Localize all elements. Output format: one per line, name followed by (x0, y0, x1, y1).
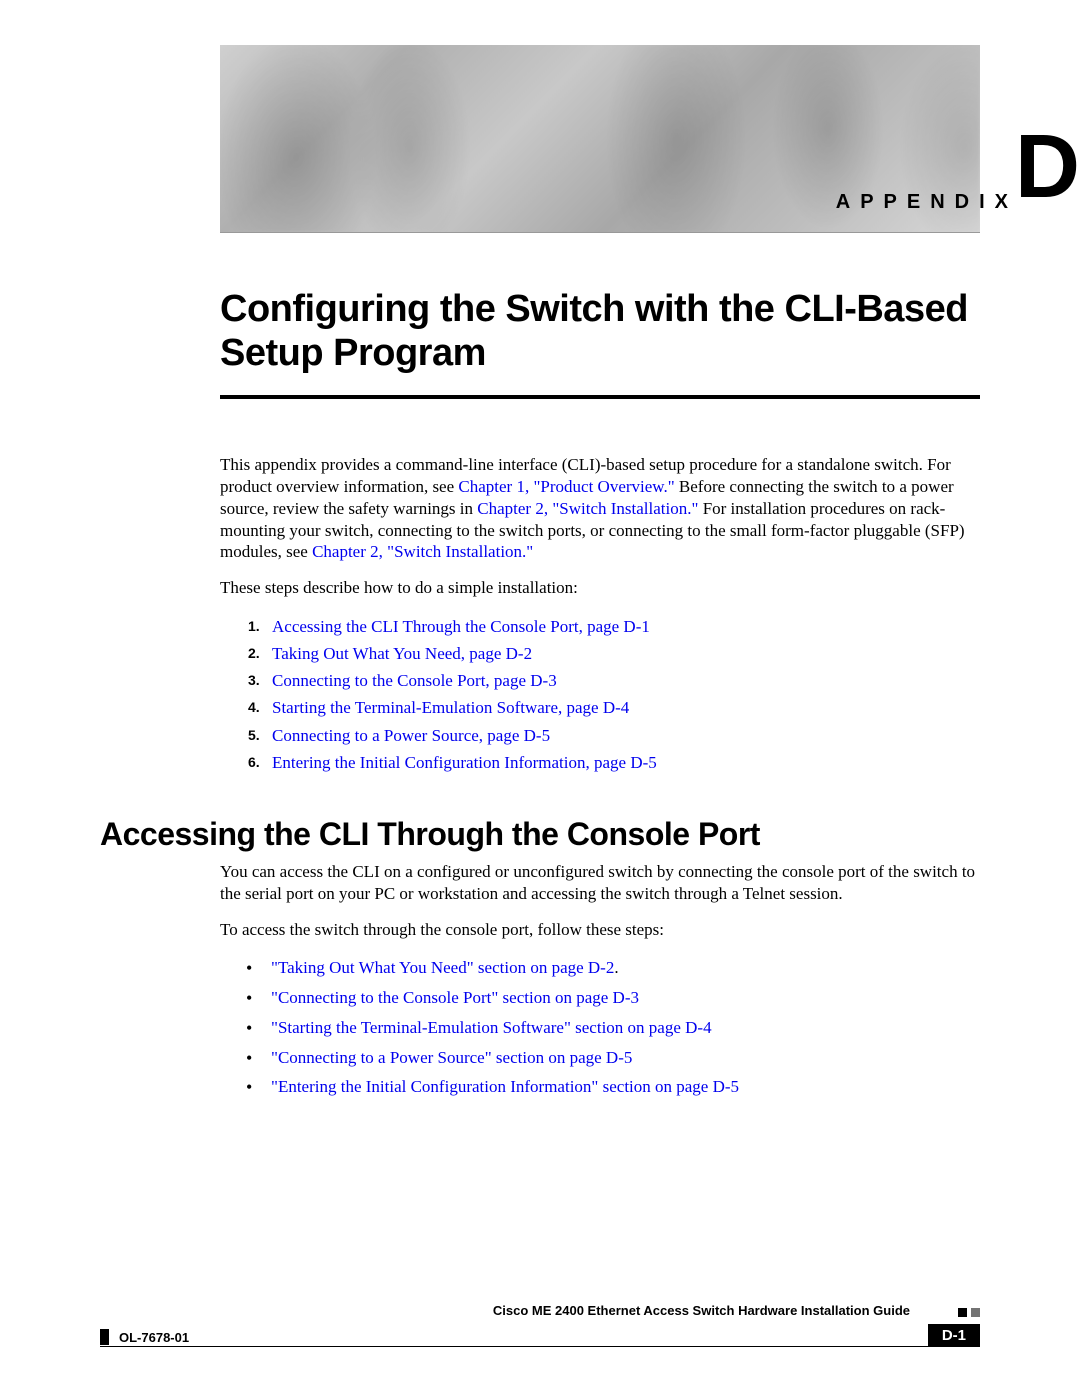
section-paragraph: You can access the CLI on a configured o… (220, 861, 980, 905)
link-product-overview[interactable]: Chapter 1, "Product Overview." (458, 477, 674, 496)
step-item: 1. Accessing the CLI Through the Console … (250, 613, 980, 640)
link-switch-installation-1[interactable]: Chapter 2, "Switch Installation." (477, 499, 698, 518)
step-number: 5. (248, 724, 260, 746)
bullet-link-3[interactable]: "Starting the Terminal-Emulation Softwar… (271, 1018, 712, 1037)
footer-left-block: OL-7678-01 (100, 1329, 189, 1345)
bullet-item: "Starting the Terminal-Emulation Softwar… (243, 1013, 980, 1043)
steps-intro-text: These steps describe how to do a simple … (220, 577, 980, 599)
footer-bar-icon (100, 1329, 109, 1345)
step-item: 6. Entering the Initial Configuration Inf… (250, 749, 980, 776)
appendix-letter: D (1015, 122, 1080, 212)
bullet-item: "Taking Out What You Need" section on pa… (243, 953, 980, 983)
chapter-title: Configuring the Switch with the CLI-Base… (220, 288, 980, 375)
page-footer: Cisco ME 2400 Ethernet Access Switch Har… (100, 1346, 980, 1347)
step-item: 3. Connecting to the Console Port, page D… (250, 667, 980, 694)
square-icon (958, 1308, 967, 1317)
bullet-item: "Connecting to a Power Source" section o… (243, 1043, 980, 1073)
numbered-steps-list: 1. Accessing the CLI Through the Console … (250, 613, 980, 776)
section-heading: Accessing the CLI Through the Console Po… (100, 816, 980, 853)
step-number: 3. (248, 669, 260, 691)
footer-doc-id: OL-7678-01 (119, 1330, 189, 1345)
step-number: 2. (248, 642, 260, 664)
step-link-4[interactable]: Starting the Terminal-Emulation Software… (272, 698, 629, 717)
page-number: D-1 (928, 1324, 980, 1347)
bullet-link-4[interactable]: "Connecting to a Power Source" section o… (271, 1048, 632, 1067)
footer-decoration-squares (958, 1308, 980, 1317)
step-link-1[interactable]: Accessing the CLI Through the Console Po… (272, 617, 650, 636)
title-rule (220, 395, 980, 399)
step-number: 6. (248, 751, 260, 773)
step-link-2[interactable]: Taking Out What You Need, page D-2 (272, 644, 532, 663)
intro-paragraph: This appendix provides a command-line in… (220, 454, 980, 563)
bullet-link-1[interactable]: "Taking Out What You Need" section on pa… (271, 958, 614, 977)
square-icon (971, 1308, 980, 1317)
bullet-list: "Taking Out What You Need" section on pa… (243, 953, 980, 1102)
step-number: 1. (248, 615, 260, 637)
step-link-5[interactable]: Connecting to a Power Source, page D-5 (272, 726, 550, 745)
footer-rule (100, 1346, 980, 1347)
step-number: 4. (248, 696, 260, 718)
link-switch-installation-2[interactable]: Chapter 2, "Switch Installation." (312, 542, 533, 561)
bullet-item: "Connecting to the Console Port" section… (243, 983, 980, 1013)
bullet-suffix: . (614, 958, 618, 977)
step-link-3[interactable]: Connecting to the Console Port, page D-3 (272, 671, 557, 690)
follow-steps-text: To access the switch through the console… (220, 919, 980, 941)
step-item: 4. Starting the Terminal-Emulation Softwa… (250, 694, 980, 721)
step-link-6[interactable]: Entering the Initial Configuration Infor… (272, 753, 657, 772)
bullet-link-5[interactable]: "Entering the Initial Configuration Info… (271, 1077, 739, 1096)
page-container: APPENDIX D Configuring the Switch with t… (0, 0, 1080, 1397)
step-item: 2. Taking Out What You Need, page D-2 (250, 640, 980, 667)
appendix-label: APPENDIX (836, 191, 1018, 214)
step-item: 5. Connecting to a Power Source, page D-5 (250, 722, 980, 749)
bullet-item: "Entering the Initial Configuration Info… (243, 1072, 980, 1102)
footer-guide-title: Cisco ME 2400 Ethernet Access Switch Har… (493, 1303, 910, 1318)
bullet-link-2[interactable]: "Connecting to the Console Port" section… (271, 988, 639, 1007)
